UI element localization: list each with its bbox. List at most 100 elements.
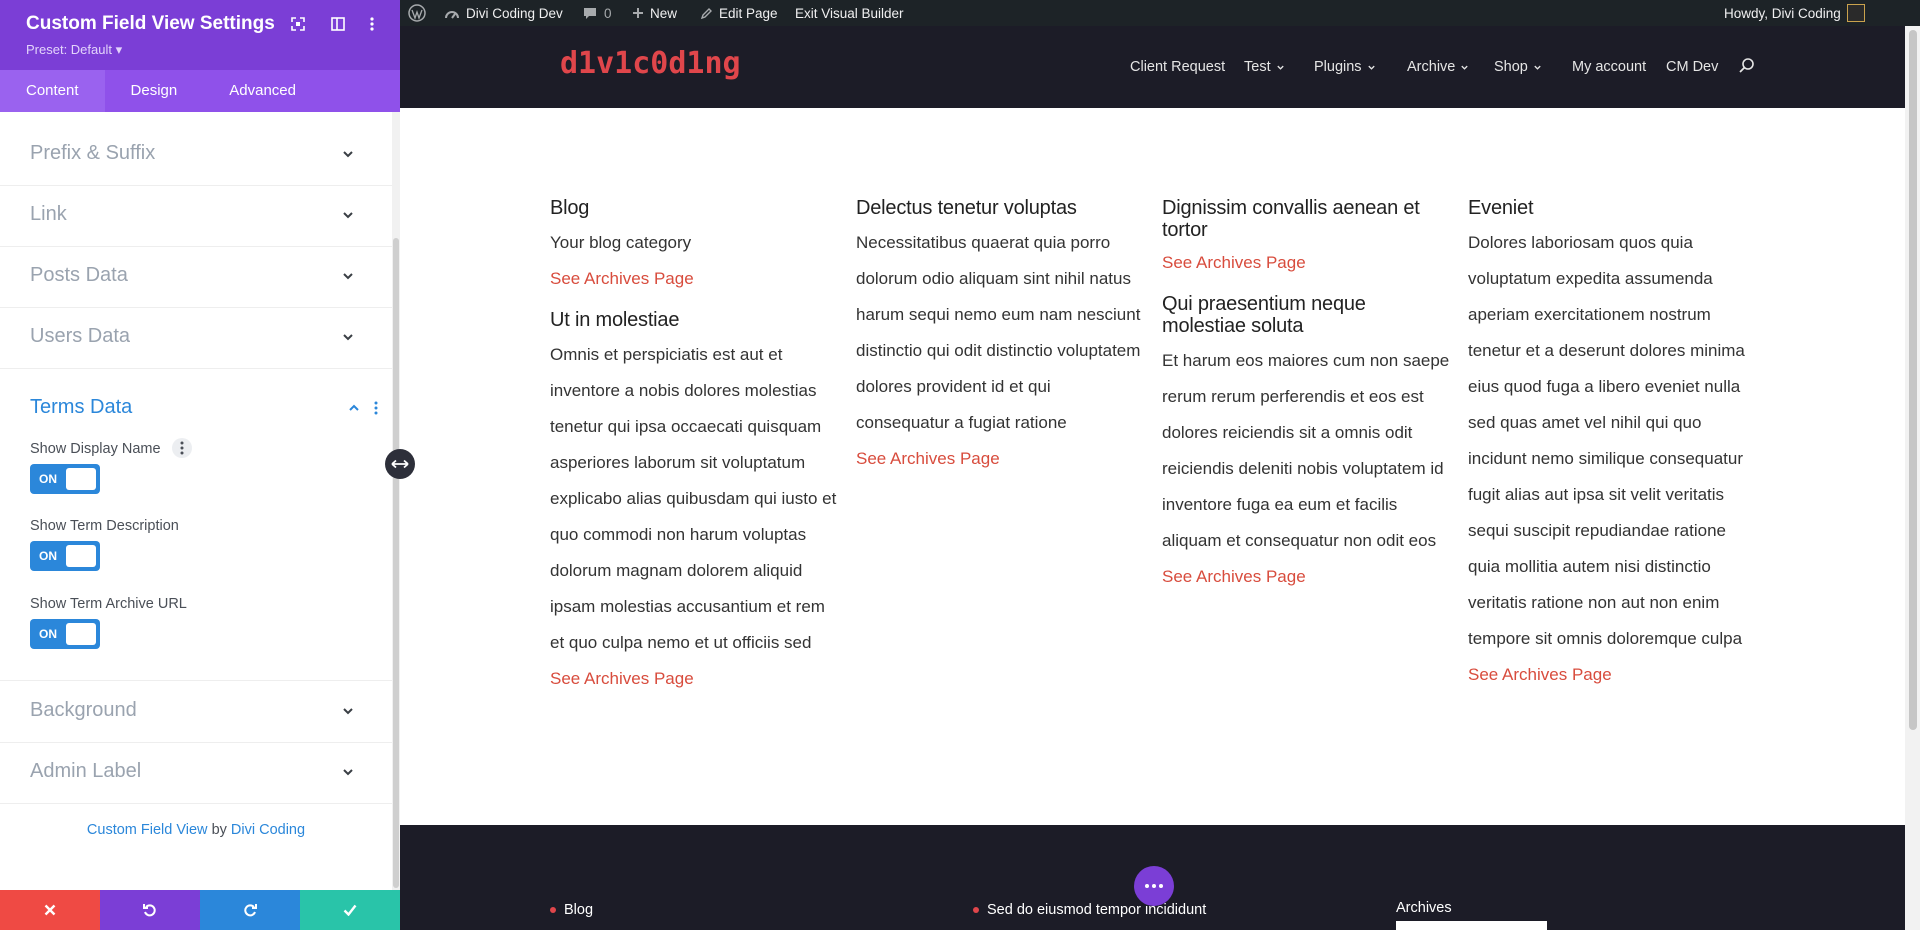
nav-label: My account xyxy=(1572,59,1647,75)
see-archives-link[interactable]: See Archives Page xyxy=(550,261,840,297)
redo-button[interactable] xyxy=(200,890,300,930)
cancel-button[interactable] xyxy=(0,890,100,930)
site-name-link[interactable]: Divi Coding Dev xyxy=(444,0,563,26)
pencil-icon xyxy=(700,7,712,19)
page-scrollbar-thumb[interactable] xyxy=(1909,30,1917,730)
split-view-icon[interactable] xyxy=(328,14,348,34)
section-title: Admin Label xyxy=(30,760,142,782)
toggle-knob xyxy=(66,623,96,645)
fullscreen-icon[interactable] xyxy=(288,14,308,34)
see-archives-link[interactable]: See Archives Page xyxy=(1162,245,1452,281)
edit-page-label: Edit Page xyxy=(719,5,778,21)
bullet-icon xyxy=(973,907,979,913)
module-link[interactable]: Custom Field View xyxy=(87,822,208,838)
page-content: Blog Your blog category See Archives Pag… xyxy=(400,108,1905,825)
nav-my-account[interactable]: My account xyxy=(1572,59,1646,75)
panel-resize-handle[interactable] xyxy=(385,449,415,479)
builder-options-button[interactable] xyxy=(1134,866,1174,906)
footer-link-blog[interactable]: Blog xyxy=(550,902,593,918)
comments-count: 0 xyxy=(604,5,612,21)
see-archives-link[interactable]: See Archives Page xyxy=(1468,657,1758,693)
see-archives-link[interactable]: See Archives Page xyxy=(1162,559,1452,595)
section-options-icon[interactable] xyxy=(374,400,378,416)
term-title: Eveniet xyxy=(1468,197,1534,219)
term-description: Et harum eos maiores cum non saepe rerum… xyxy=(1162,351,1450,550)
nav-label: Test xyxy=(1244,59,1271,75)
terms-column: Delectus tenetur voluptas Necessitatibus… xyxy=(856,197,1146,489)
edit-page-link[interactable]: Edit Page xyxy=(700,0,778,26)
panel-tabs: Content Design Advanced xyxy=(0,70,400,112)
see-archives-link[interactable]: See Archives Page xyxy=(550,661,840,697)
plus-icon xyxy=(633,8,643,18)
panel-header: Custom Field View Settings Preset: Defau… xyxy=(0,0,400,70)
tab-design[interactable]: Design xyxy=(105,70,204,112)
term-item: Ut in molestiae Omnis et perspiciatis es… xyxy=(550,309,840,697)
undo-button[interactable] xyxy=(100,890,200,930)
section-title: Users Data xyxy=(30,325,131,347)
wp-admin-bar: Divi Coding Dev 0 New Edit Page Exit Vis… xyxy=(400,0,1920,26)
chevron-down-icon xyxy=(343,334,353,341)
more-options-icon[interactable] xyxy=(362,14,382,34)
nav-archive[interactable]: Archive xyxy=(1407,59,1469,75)
site-logo[interactable]: d1v1c0d1ng xyxy=(560,46,741,81)
comments-link[interactable]: 0 xyxy=(582,0,612,26)
nav-label: Client Request xyxy=(1130,59,1226,75)
panel-scrollbar-thumb[interactable] xyxy=(393,238,399,888)
term-item: Qui praesentium neque molestiae soluta E… xyxy=(1162,293,1452,595)
field-label-show-display-name: Show Display Name xyxy=(30,441,161,457)
section-title: Terms Data xyxy=(30,396,133,418)
site-header: d1v1c0d1ng Client Request Test Plugins A… xyxy=(400,26,1905,108)
dashboard-icon xyxy=(445,11,459,19)
show-term-archive-url-toggle[interactable]: ON xyxy=(30,619,100,649)
see-archives-link[interactable]: See Archives Page xyxy=(856,441,1146,477)
preset-selector[interactable]: Preset: Default ▾ xyxy=(26,42,122,58)
panel-title: Custom Field View Settings xyxy=(26,13,275,34)
section-prefix-suffix[interactable]: Prefix & Suffix xyxy=(0,124,392,186)
show-term-description-toggle[interactable]: ON xyxy=(30,541,100,571)
nav-label: Plugins xyxy=(1314,59,1362,75)
field-options-icon[interactable] xyxy=(172,438,192,458)
resize-arrows-icon xyxy=(391,459,409,469)
settings-panel: Custom Field View Settings Preset: Defau… xyxy=(0,0,400,930)
toggle-knob xyxy=(66,545,96,567)
tab-content[interactable]: Content xyxy=(0,70,105,112)
redo-icon xyxy=(244,904,257,917)
tab-advanced[interactable]: Advanced xyxy=(203,70,322,112)
term-title: Blog xyxy=(550,197,590,219)
author-link[interactable]: Divi Coding xyxy=(231,822,305,838)
terms-column: Dignissim convallis aenean et tortor See… xyxy=(1162,197,1452,607)
term-title: Ut in molestiae xyxy=(550,309,680,331)
section-link[interactable]: Link xyxy=(0,185,392,247)
toggle-knob xyxy=(66,468,96,490)
save-button[interactable] xyxy=(300,890,400,930)
chevron-up-icon xyxy=(349,404,359,411)
section-background[interactable]: Background xyxy=(0,681,392,743)
nav-cm-dev[interactable]: CM Dev xyxy=(1666,59,1718,75)
exit-visual-builder-link[interactable]: Exit Visual Builder xyxy=(795,0,904,26)
terms-column: Eveniet Dolores laboriosam quos quia vol… xyxy=(1468,197,1758,705)
nav-shop[interactable]: Shop xyxy=(1494,59,1542,75)
footer-link-post[interactable]: Sed do eiusmod tempor incididunt xyxy=(973,902,1206,918)
section-admin-label[interactable]: Admin Label xyxy=(0,742,392,804)
new-content-link[interactable]: New xyxy=(632,0,677,26)
archives-dropdown[interactable] xyxy=(1396,921,1547,930)
section-title: Link xyxy=(30,203,67,225)
nav-plugins[interactable]: Plugins xyxy=(1314,59,1376,75)
bullet-icon xyxy=(550,907,556,913)
field-label-show-term-archive-url: Show Term Archive URL xyxy=(30,596,187,612)
account-menu[interactable]: Howdy, Divi Coding xyxy=(1724,0,1865,26)
term-item: Dignissim convallis aenean et tortor See… xyxy=(1162,197,1452,281)
section-posts-data[interactable]: Posts Data xyxy=(0,246,392,308)
search-button[interactable] xyxy=(1738,57,1755,74)
term-item: Eveniet Dolores laboriosam quos quia vol… xyxy=(1468,197,1758,693)
chevron-down-icon xyxy=(1534,65,1541,70)
section-terms-data[interactable]: Terms Data xyxy=(0,378,392,440)
more-horizontal-icon xyxy=(1145,884,1163,888)
nav-test[interactable]: Test xyxy=(1244,59,1285,75)
chevron-down-icon xyxy=(343,273,353,280)
show-display-name-toggle[interactable]: ON xyxy=(30,464,100,494)
section-users-data[interactable]: Users Data xyxy=(0,307,392,369)
nav-client-request[interactable]: Client Request xyxy=(1130,59,1225,75)
new-label: New xyxy=(650,5,678,21)
wordpress-logo-icon[interactable] xyxy=(408,0,426,26)
